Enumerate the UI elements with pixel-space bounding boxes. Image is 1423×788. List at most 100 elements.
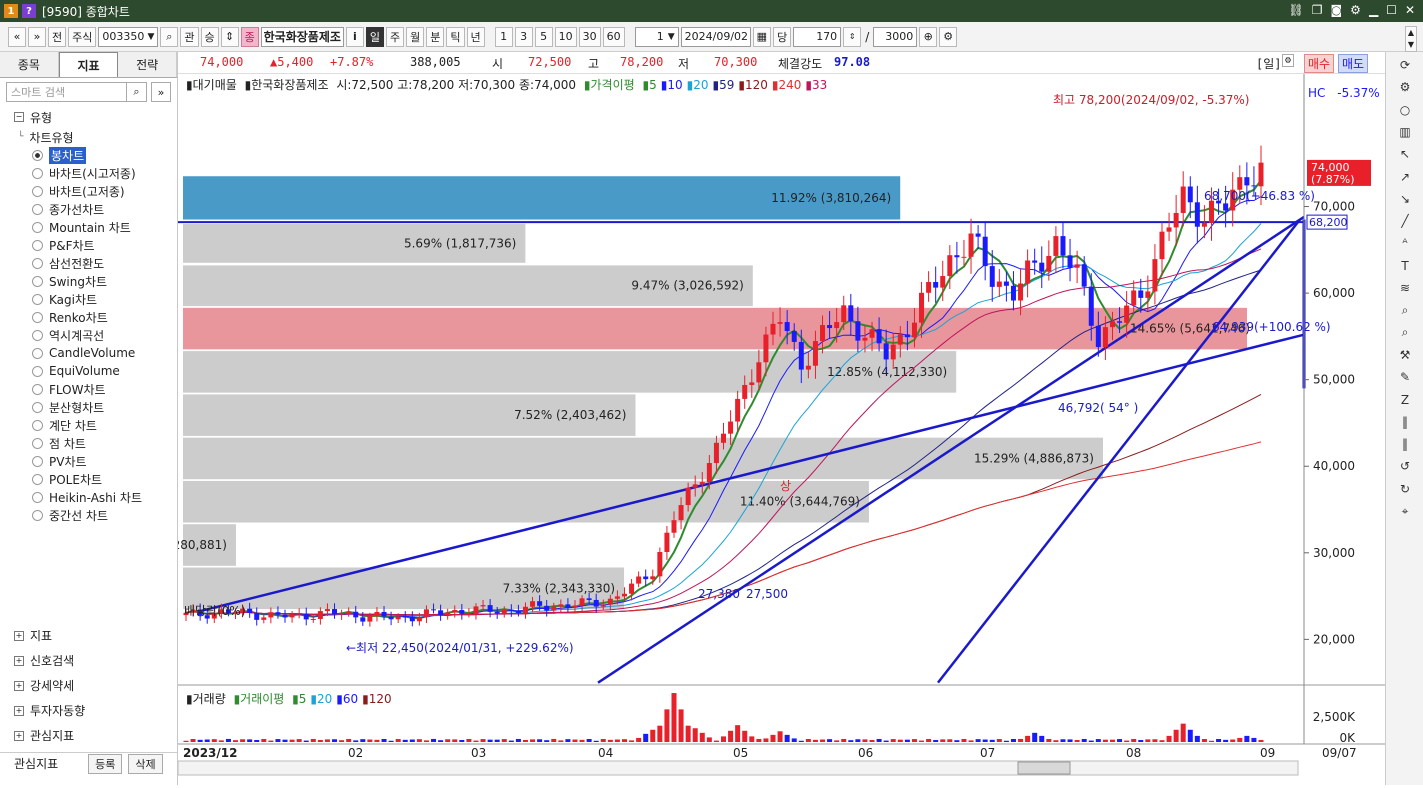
chevron-left-icon[interactable]: « bbox=[8, 26, 26, 47]
line-icon[interactable]: ╱ bbox=[1396, 212, 1414, 230]
today-button[interactable]: 당 bbox=[773, 26, 792, 47]
radio-icon[interactable] bbox=[32, 455, 43, 467]
expand-icon[interactable]: + bbox=[14, 730, 24, 741]
calendar-icon[interactable]: ▦ bbox=[752, 26, 772, 47]
radio-icon[interactable] bbox=[32, 257, 43, 269]
expand-icon[interactable]: + bbox=[14, 630, 24, 641]
zoom-plus-icon[interactable]: ⊕ bbox=[919, 26, 938, 47]
rise-button[interactable]: 승 bbox=[200, 26, 219, 47]
dropdown-icon[interactable]: ▼ bbox=[147, 32, 154, 42]
chart-area[interactable]: 11.92% (3,810,264) 5.69% (1,817,736) 9.47%… bbox=[126, 74, 1385, 785]
delete-button[interactable]: 삭제 bbox=[128, 753, 163, 774]
radio-icon[interactable] bbox=[32, 365, 43, 377]
chart-type-item[interactable]: POLE차트 bbox=[0, 470, 177, 488]
maximize-icon[interactable]: ☐ bbox=[1386, 3, 1397, 17]
period-week[interactable]: 주 bbox=[386, 26, 405, 47]
zoom-icon[interactable]: ⌕ bbox=[1396, 301, 1414, 319]
refresh-icon[interactable]: ⟳ bbox=[1396, 56, 1414, 74]
pen-icon[interactable]: ✎ bbox=[1396, 368, 1414, 386]
interval-30[interactable]: 30 bbox=[578, 26, 601, 47]
radio-icon[interactable] bbox=[32, 329, 43, 341]
stepper-icon[interactable]: ⇕ bbox=[843, 26, 862, 47]
all-button[interactable]: 전 bbox=[48, 26, 67, 47]
radio-icon[interactable] bbox=[32, 149, 43, 161]
register-button[interactable]: 등록 bbox=[88, 753, 123, 774]
bars-input[interactable]: 170 bbox=[793, 26, 842, 47]
arrow-icon[interactable]: ↘ bbox=[1396, 190, 1414, 208]
interval-3[interactable]: 3 bbox=[514, 26, 533, 47]
copy-icon[interactable]: ❐ bbox=[1312, 3, 1323, 17]
chart-type-item[interactable]: 계단 차트 bbox=[0, 416, 177, 434]
minimize-icon[interactable]: ▁ bbox=[1369, 3, 1378, 17]
bars-icon[interactable]: ‖ bbox=[1396, 413, 1414, 431]
radio-icon[interactable] bbox=[32, 239, 43, 251]
period-year[interactable]: 년 bbox=[466, 26, 485, 47]
period-tick[interactable]: 틱 bbox=[446, 26, 465, 47]
radio-icon[interactable] bbox=[32, 311, 43, 323]
interval-60[interactable]: 60 bbox=[602, 26, 625, 47]
chevron-down-icon[interactable]: » bbox=[28, 26, 46, 47]
text-icon[interactable]: ᴬ bbox=[1396, 234, 1414, 252]
toolbar-scroll[interactable]: ▲ ▼ bbox=[1405, 26, 1417, 52]
chart-type-item[interactable]: Mountain 차트 bbox=[0, 218, 177, 236]
count-select[interactable]: 1 ▼ bbox=[634, 26, 679, 47]
code-input[interactable]: 003350 ▼ bbox=[98, 26, 159, 47]
radio-icon[interactable] bbox=[32, 473, 43, 485]
bars-icon[interactable]: ‖ bbox=[1396, 435, 1414, 453]
settings-icon[interactable]: ⚙ bbox=[1350, 3, 1361, 17]
redo-icon[interactable]: ↻ bbox=[1396, 480, 1414, 498]
chart-type-item[interactable]: FLOW차트 bbox=[0, 380, 177, 398]
period-month[interactable]: 월 bbox=[406, 26, 425, 47]
close-icon[interactable]: ✕ bbox=[1405, 3, 1415, 17]
group-item[interactable]: + 강세약세 bbox=[0, 673, 178, 698]
bar-icon[interactable]: ▥ bbox=[1396, 123, 1414, 141]
watch-button[interactable]: 관 bbox=[180, 26, 199, 47]
chart-type-item[interactable]: 삼선전환도 bbox=[0, 254, 177, 272]
text-icon[interactable]: T bbox=[1396, 257, 1414, 275]
radio-icon[interactable] bbox=[32, 275, 43, 287]
radio-icon[interactable] bbox=[32, 437, 43, 449]
radio-icon[interactable] bbox=[32, 221, 43, 233]
date-input[interactable]: 2024/09/02 bbox=[680, 26, 751, 47]
updown-icon[interactable]: ⇕ bbox=[220, 26, 239, 47]
chart-type-item[interactable]: 종가선차트 bbox=[0, 200, 177, 218]
chart-type-item[interactable]: CandleVolume bbox=[0, 344, 177, 362]
radio-icon[interactable] bbox=[32, 293, 43, 305]
info-button[interactable]: i bbox=[345, 26, 364, 47]
group-type[interactable]: − 유형 bbox=[0, 106, 177, 128]
period-day[interactable]: 일 bbox=[365, 26, 385, 47]
period-minute[interactable]: 분 bbox=[426, 26, 445, 47]
chart-type-item[interactable]: 바차트(시고저종) bbox=[0, 164, 177, 182]
crosshair-icon[interactable]: ⌖ bbox=[1396, 502, 1414, 520]
interval-1[interactable]: 1 bbox=[494, 26, 513, 47]
gear-icon[interactable]: ⚙ bbox=[939, 26, 958, 47]
chart-type-item[interactable]: Renko차트 bbox=[0, 308, 177, 326]
radio-icon[interactable] bbox=[32, 383, 43, 395]
expand-icon[interactable]: + bbox=[14, 655, 24, 666]
price-chart[interactable]: 11.92% (3,810,264) 5.69% (1,817,736) 9.47%… bbox=[126, 74, 1385, 785]
camera-icon[interactable]: ◙ bbox=[1331, 3, 1343, 17]
chart-type-item[interactable]: 점 차트 bbox=[0, 434, 177, 452]
tab-indicator[interactable]: 지표 bbox=[58, 52, 119, 77]
chart-type-item[interactable]: Heikin-Ashi 차트 bbox=[0, 488, 177, 506]
collapse-icon[interactable]: − bbox=[14, 112, 24, 122]
dropdown-icon[interactable]: ▼ bbox=[668, 32, 675, 42]
chart-type-item[interactable]: 역시계곡선 bbox=[0, 326, 177, 344]
chart-type-item[interactable]: EquiVolume bbox=[0, 362, 177, 380]
radio-icon[interactable] bbox=[32, 203, 43, 215]
chart-type-item[interactable]: Swing차트 bbox=[0, 272, 177, 290]
radio-icon[interactable] bbox=[32, 401, 43, 413]
chart-type-item[interactable]: 분산형차트 bbox=[0, 398, 177, 416]
total-input[interactable]: 3000 bbox=[873, 26, 918, 47]
radio-icon[interactable] bbox=[32, 419, 43, 431]
tab-strategy[interactable]: 전략 bbox=[118, 52, 178, 77]
tool-icon[interactable]: ⚒ bbox=[1396, 346, 1414, 364]
circle-icon[interactable]: ○ bbox=[1396, 101, 1414, 119]
interval-10[interactable]: 10 bbox=[554, 26, 577, 47]
tab-stock[interactable]: 종목 bbox=[0, 52, 59, 77]
pattern-icon[interactable]: ≋ bbox=[1396, 279, 1414, 297]
buy-button[interactable]: 매수 bbox=[1304, 54, 1335, 73]
group-item[interactable]: + 신호검색 bbox=[0, 648, 178, 673]
radio-icon[interactable] bbox=[32, 491, 43, 503]
help-icon[interactable]: ? bbox=[22, 4, 36, 18]
